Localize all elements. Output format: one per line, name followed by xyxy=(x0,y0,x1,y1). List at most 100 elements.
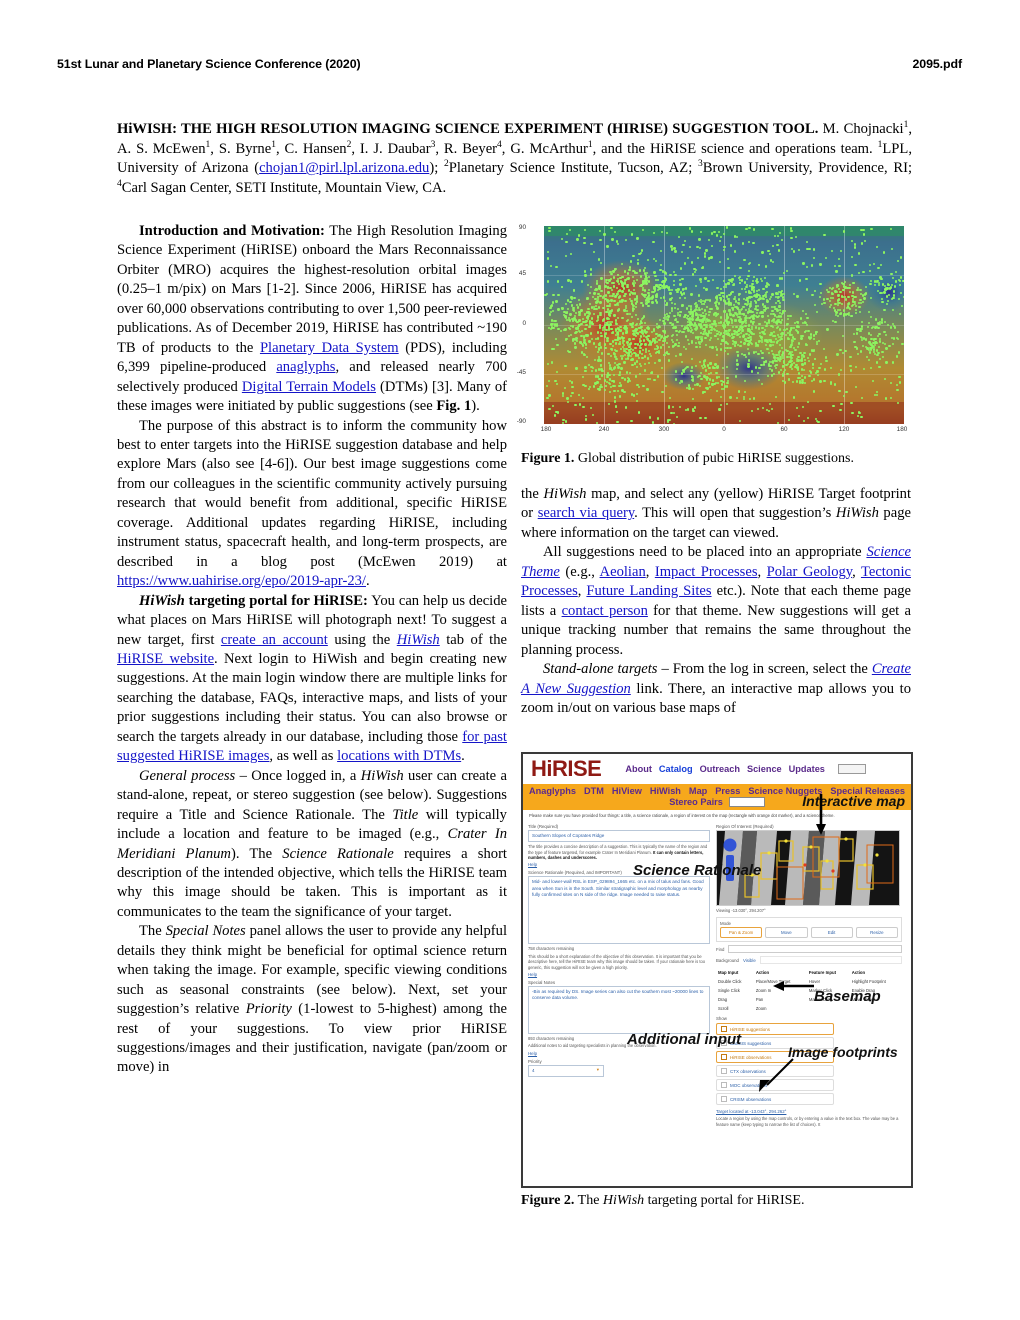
figure-2-caption: Figure 2. The HiWish targeting portal fo… xyxy=(521,1192,911,1210)
mode-label: Mode xyxy=(720,921,898,926)
background-label: Background xyxy=(716,958,739,963)
figure-2-caption-a: The xyxy=(574,1193,603,1208)
nav-science[interactable]: Science xyxy=(747,764,782,774)
background-row: Background Visible xyxy=(716,956,902,964)
link-search-via-query[interactable]: search via query xyxy=(538,505,634,521)
link-blog-post[interactable]: https://www.uahirise.org/epo/2019-apr-23… xyxy=(117,573,366,589)
menu-hiwish[interactable]: HiWish xyxy=(650,786,681,796)
x-tick-60: 60 xyxy=(780,426,787,433)
cell-r2c0: Drag xyxy=(716,995,754,1004)
menu-map[interactable]: Map xyxy=(689,786,707,796)
r3-a: – From the log in screen, select the xyxy=(657,661,871,677)
x-tick-120: 120 xyxy=(839,426,850,433)
menu-stereo-pairs[interactable]: Stereo Pairs xyxy=(669,797,723,807)
science-rationale-textarea[interactable]: Mid- and lower-wall RSL in ESP_029894_16… xyxy=(528,876,710,944)
mode-move[interactable]: Move xyxy=(765,927,807,938)
link-hiwish-tab[interactable]: HiWish xyxy=(397,632,440,648)
figure-1-caption-text: Global distribution of pubic HiRISE sugg… xyxy=(574,451,854,466)
cell-r3c2 xyxy=(807,1004,850,1013)
x-tick-240: 240 xyxy=(599,426,610,433)
roi-down-arrow-icon xyxy=(814,794,828,836)
find-label: Find xyxy=(716,947,724,952)
menu-anaglyphs[interactable]: Anaglyphs xyxy=(529,786,576,796)
portal-top-nav: About Catalog Outreach Science Updates xyxy=(625,764,866,774)
nav-outreach[interactable]: Outreach xyxy=(700,764,740,774)
affiliation-4: Carl Sagan Center, SETI Institute, Mount… xyxy=(122,180,446,196)
para-heading-stand-alone: Stand-alone targets xyxy=(543,661,657,677)
link-hirise-website[interactable]: HiRISE website xyxy=(117,651,214,667)
author-5: , I. J. Daubar xyxy=(351,141,430,157)
cell-r1c0: Single Click xyxy=(716,986,754,995)
cell-r0c0: Double Click xyxy=(716,977,754,986)
title-input[interactable]: Southern Slopes of Coprates Ridge xyxy=(528,830,710,842)
link-anaglyphs[interactable]: anaglyphs xyxy=(276,359,335,375)
x-tick-300: 300 xyxy=(659,426,670,433)
background-select[interactable] xyxy=(760,956,902,964)
th-map-input: Map Input xyxy=(716,968,754,977)
help-link-special-notes[interactable]: Help xyxy=(528,1051,710,1056)
author-email-link[interactable]: chojan1@pirl.lpl.arizona.edu xyxy=(259,160,429,176)
layer-crism-observations[interactable]: CRISM observations xyxy=(716,1093,834,1105)
running-head: 51st Lunar and Planetary Science Confere… xyxy=(57,57,962,71)
sn-special-notes-term: Special Notes xyxy=(166,923,246,939)
affiliation-3: Brown University, Providence, RI; xyxy=(703,160,912,176)
x-tick-0: 0 xyxy=(722,426,726,433)
nav-about[interactable]: About xyxy=(625,764,652,774)
author-6: , R. Beyer xyxy=(435,141,497,157)
portal-header: HiRISE About Catalog Outreach Science Up… xyxy=(523,754,911,784)
figure-2: HiRISE About Catalog Outreach Science Up… xyxy=(521,752,911,1210)
link-locations-with-dtms[interactable]: locations with DTMs xyxy=(337,748,461,764)
link-contact-person[interactable]: contact person xyxy=(562,603,648,619)
link-impact-processes[interactable]: Impact Processes xyxy=(655,564,758,580)
link-polar-geology[interactable]: Polar Geology xyxy=(767,564,853,580)
special-notes-textarea[interactable]: -Bin as required by DS. Image series can… xyxy=(528,986,710,1034)
mode-pan-zoom[interactable]: Pan & Zoom xyxy=(720,927,762,938)
link-create-an-account[interactable]: create an account xyxy=(221,632,328,648)
paragraph-hiwish-portal: HiWish targeting portal for HiRISE: You … xyxy=(117,592,507,767)
priority-select[interactable]: 4 ▾ xyxy=(528,1065,604,1077)
link-aeolian[interactable]: Aeolian xyxy=(600,564,646,580)
mode-box: Mode Pan & Zoom Move Edit Resize xyxy=(716,917,902,942)
purpose-text-end: . xyxy=(366,573,370,589)
sn-text-a: The xyxy=(139,923,166,939)
image-footprints-arrow-icon xyxy=(757,1057,795,1093)
pdf-id: 2095.pdf xyxy=(913,57,962,71)
checkbox-checked-icon xyxy=(721,1054,727,1060)
portal-instruction-text: Please make sure you have provided four … xyxy=(523,810,911,821)
r2-d: , xyxy=(758,564,767,580)
chevron-down-icon: ▾ xyxy=(597,1067,599,1073)
portal-menu-bar: Anaglyphs DTM HiView HiWish Map Press Sc… xyxy=(523,784,911,810)
mode-resize[interactable]: Resize xyxy=(856,927,898,938)
image-footprints-annotation: Image footprints xyxy=(788,1044,898,1060)
language-select[interactable] xyxy=(729,797,765,807)
link-planetary-data-system[interactable]: Planetary Data System xyxy=(260,340,399,356)
link-future-landing-sites[interactable]: Future Landing Sites xyxy=(586,583,711,599)
additional-input-annotation: Additional input xyxy=(627,1031,741,1048)
document-page: 51st Lunar and Planetary Science Confere… xyxy=(0,0,1020,1320)
link-digital-terrain-models[interactable]: Digital Terrain Models xyxy=(242,379,376,395)
author-4: , C. Hansen xyxy=(276,141,347,157)
menu-press[interactable]: Press xyxy=(715,786,740,796)
menu-dtm[interactable]: DTM xyxy=(584,786,604,796)
mode-edit[interactable]: Edit xyxy=(811,927,853,938)
th-action-1: Action xyxy=(754,968,807,977)
nav-catalog[interactable]: Catalog xyxy=(659,764,693,774)
purpose-text: The purpose of this abstract is to infor… xyxy=(117,418,507,570)
hiwish-text-b: using the xyxy=(328,632,397,648)
x-tick-180b: 180 xyxy=(897,426,908,433)
help-link-rationale[interactable]: Help xyxy=(528,972,710,977)
nav-updates[interactable]: Updates xyxy=(789,764,825,774)
target-located-link[interactable]: Target located at -13.043°, 294.262° xyxy=(716,1109,902,1114)
figure-1-label: Figure 1. xyxy=(521,451,574,466)
find-row: Find xyxy=(716,945,902,953)
find-input[interactable] xyxy=(728,945,902,953)
y-tick-m45: -45 xyxy=(517,369,526,376)
affiliation-2: Planetary Science Institute, Tucson, AZ; xyxy=(449,160,698,176)
show-label: Show xyxy=(716,1016,902,1021)
background-value[interactable]: Visible xyxy=(743,958,756,963)
search-input[interactable] xyxy=(838,764,866,774)
menu-hiview[interactable]: HiView xyxy=(612,786,642,796)
hiwish-text-e: , as well as xyxy=(269,748,337,764)
hiwish-text-c: tab of the xyxy=(440,632,507,648)
viewing-coordinates: Viewing -13.030°, 294.207° xyxy=(716,908,902,913)
